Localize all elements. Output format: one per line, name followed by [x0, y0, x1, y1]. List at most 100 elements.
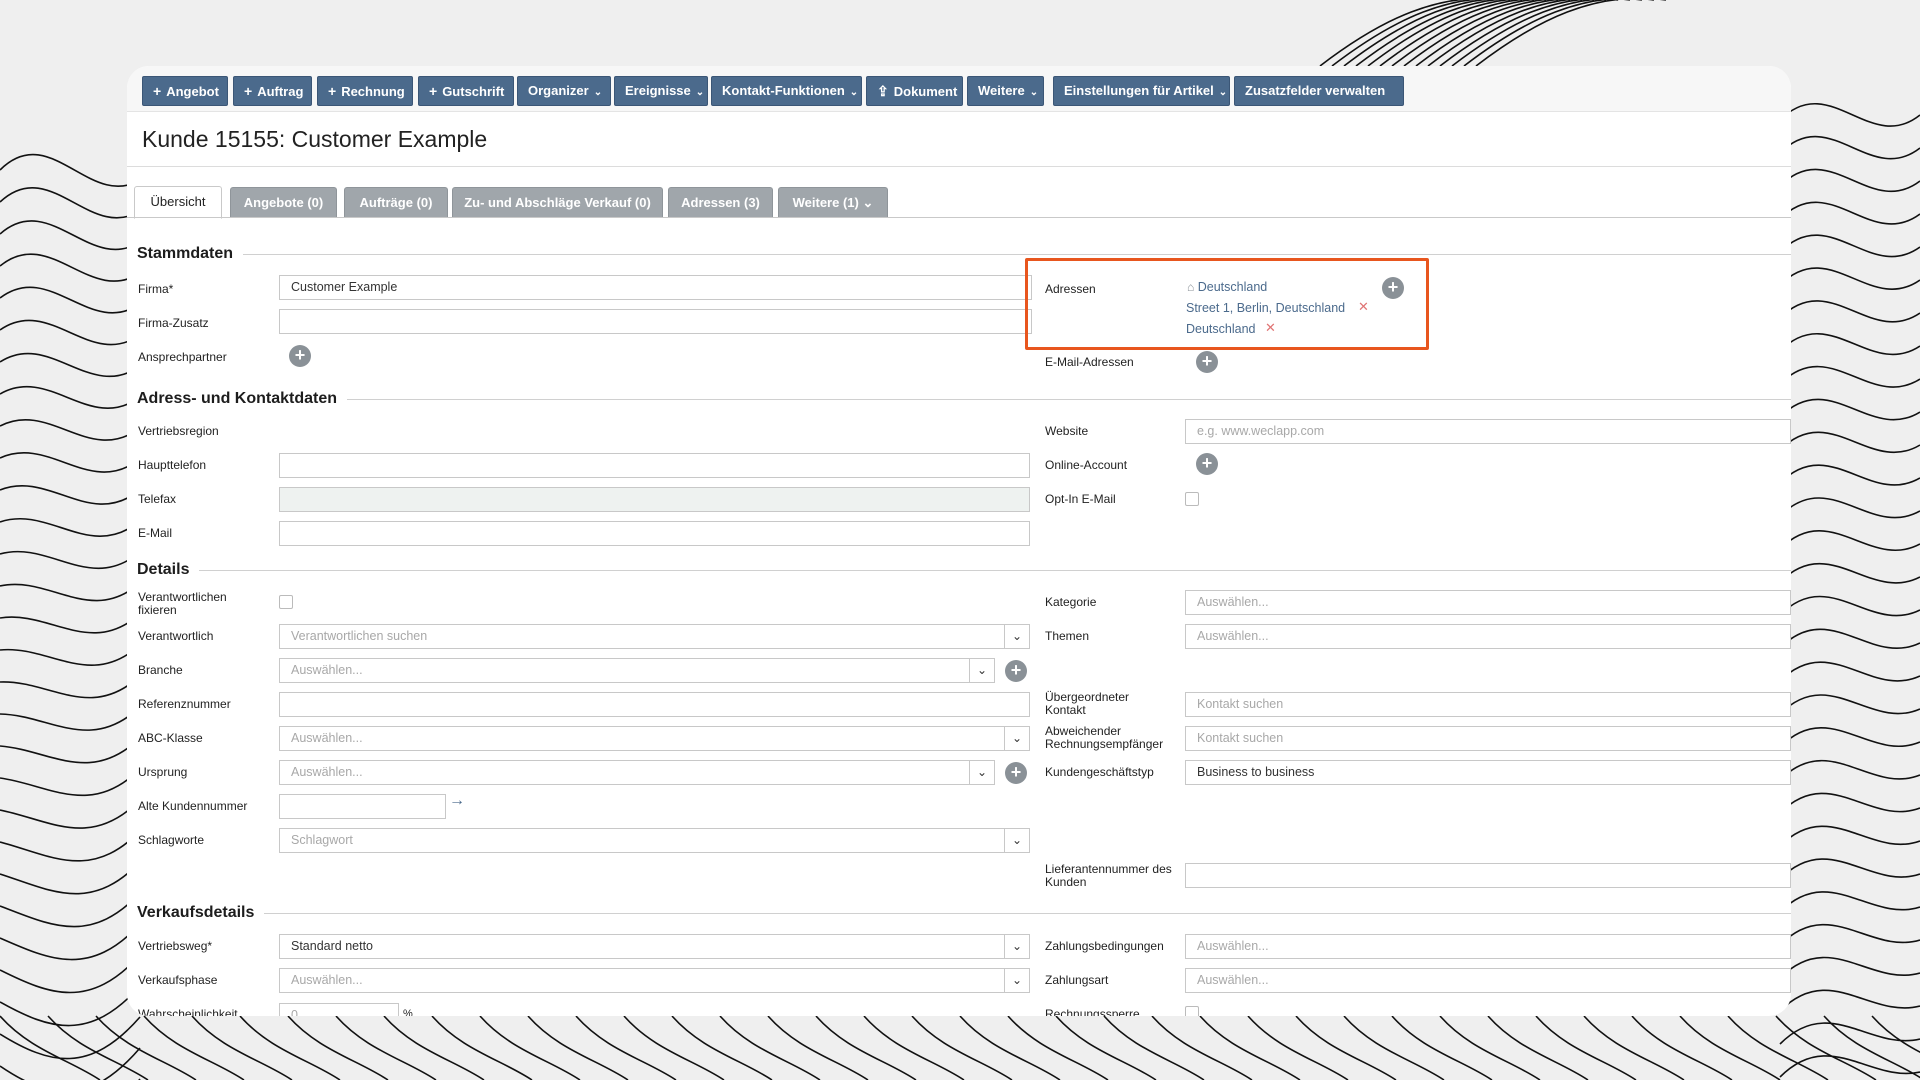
wave-line: [1451, 0, 1642, 67]
old-customer-number-label: Alte Kundennummer: [138, 799, 248, 813]
wave-line: [0, 187, 141, 219]
tab-addresses[interactable]: Adressen (3): [668, 187, 773, 218]
probability-input[interactable]: 0: [279, 1003, 399, 1016]
payment-terms-select[interactable]: Auswählen...: [1185, 934, 1791, 959]
wave-line: [0, 220, 141, 251]
website-input[interactable]: e.g. www.weclapp.com: [1185, 419, 1791, 444]
chevron-down-icon[interactable]: ⌄: [1005, 624, 1030, 649]
chevron-down-icon: ⌄: [593, 87, 603, 98]
arrow-right-icon[interactable]: →: [449, 792, 465, 810]
add-industry-button[interactable]: +: [1005, 660, 1027, 682]
wave-line: [527, 1015, 629, 1080]
sales-channel-select[interactable]: Standard netto: [279, 934, 1005, 959]
new-order-button[interactable]: + Auftrag: [233, 76, 312, 106]
organizer-menu-button[interactable]: Organizer ⌄: [517, 76, 611, 106]
wave-line: [815, 1015, 917, 1080]
chevron-down-icon[interactable]: ⌄: [1005, 968, 1030, 993]
wave-line: [0, 385, 141, 409]
sales-phase-select[interactable]: Auswählen...: [279, 968, 1005, 993]
wave-line: [1779, 727, 1920, 748]
tab-surcharges[interactable]: Zu- und Abschläge Verkauf (0): [452, 187, 663, 218]
wave-line: [767, 1015, 869, 1080]
wave-line: [1779, 891, 1920, 913]
document-upload-button[interactable]: ⇪ Dokument: [866, 76, 963, 106]
wave-line: [1535, 1015, 1637, 1080]
add-contact-person-button[interactable]: +: [289, 345, 311, 367]
new-invoice-button[interactable]: + Rechnung: [317, 76, 413, 106]
wave-line: [1779, 694, 1920, 715]
wave-line: [0, 768, 141, 797]
tags-input[interactable]: Schlagwort: [279, 828, 1005, 853]
alternative-invoice-recipient-label: Abweichender Rechnungsempfänger: [1045, 724, 1164, 751]
company-suffix-input[interactable]: [279, 309, 1032, 334]
origin-select[interactable]: Auswählen...: [279, 760, 970, 785]
chevron-down-icon[interactable]: ⌄: [1005, 934, 1030, 959]
wave-line: [1463, 0, 1654, 67]
reference-number-input[interactable]: [279, 692, 1030, 717]
topics-label: Themen: [1045, 629, 1090, 643]
responsible-search-input[interactable]: Verantwortlichen suchen: [279, 624, 1005, 649]
main-phone-label: Haupttelefon: [138, 458, 207, 472]
parent-contact-input[interactable]: Kontakt suchen: [1185, 692, 1791, 717]
wave-line: [1583, 1015, 1685, 1080]
wave-line: [1779, 431, 1920, 454]
new-offer-button[interactable]: + Angebot: [142, 76, 228, 106]
wave-line: [0, 799, 141, 829]
wave-line: [0, 319, 141, 346]
sales-phase-label: Verkaufsphase: [138, 973, 218, 987]
button-label: Dokument: [893, 84, 958, 99]
wave-line: [0, 737, 141, 764]
supplier-number-label: Lieferantennummer des Kunden: [1045, 862, 1172, 889]
chevron-down-icon[interactable]: ⌄: [970, 658, 995, 683]
tab-orders[interactable]: Aufträge (0): [344, 187, 448, 218]
add-origin-button[interactable]: +: [1005, 762, 1027, 784]
chevron-down-icon[interactable]: ⌄: [970, 760, 995, 785]
article-settings-menu-button[interactable]: Einstellungen für Artikel ⌄: [1053, 76, 1230, 106]
tab-more[interactable]: Weitere (1) ⌄: [778, 187, 888, 218]
payment-method-select[interactable]: Auswählen...: [1185, 968, 1791, 993]
manage-custom-fields-button[interactable]: Zusatzfelder verwalten: [1234, 76, 1404, 106]
industry-select[interactable]: Auswählen...: [279, 658, 970, 683]
wave-line: [95, 1015, 197, 1080]
wave-line: [0, 582, 141, 602]
tab-overview[interactable]: Übersicht: [134, 186, 222, 219]
alternative-invoice-recipient-input[interactable]: Kontakt suchen: [1185, 726, 1791, 751]
wave-line: [1779, 661, 1920, 682]
add-email-address-button[interactable]: +: [1196, 351, 1218, 373]
optin-email-checkbox[interactable]: [1185, 492, 1199, 506]
contact-functions-menu-button[interactable]: Kontakt-Funktionen ⌄: [711, 76, 862, 106]
more-menu-button[interactable]: Weitere ⌄: [967, 76, 1044, 106]
button-label: Ereignisse: [625, 83, 691, 98]
abc-class-select[interactable]: Auswählen...: [279, 726, 1005, 751]
customer-business-type-select[interactable]: Business to business: [1185, 760, 1791, 785]
section-rule: [137, 570, 1791, 571]
chevron-down-icon[interactable]: ⌄: [1005, 726, 1030, 751]
wave-line: [719, 1015, 821, 1080]
category-select[interactable]: Auswählen...: [1185, 590, 1791, 615]
responsible-label: Verantwortlich: [138, 629, 214, 643]
topics-select[interactable]: Auswählen...: [1185, 624, 1791, 649]
wave-line: [0, 485, 141, 505]
add-online-account-button[interactable]: +: [1196, 453, 1218, 475]
new-credit-note-button[interactable]: + Gutschrift: [418, 76, 514, 106]
wave-line: [1779, 102, 1920, 127]
invoice-block-checkbox[interactable]: [1185, 1006, 1199, 1016]
wave-line: [1779, 464, 1920, 486]
payment-method-label: Zahlungsart: [1045, 973, 1109, 987]
events-menu-button[interactable]: Ereignisse ⌄: [614, 76, 708, 106]
wave-line: [0, 675, 141, 699]
wave-line: [1779, 628, 1920, 649]
supplier-number-input[interactable]: [1185, 863, 1791, 888]
company-input[interactable]: Customer Example: [279, 275, 1032, 300]
fix-responsible-checkbox[interactable]: [279, 595, 293, 609]
email-input[interactable]: [279, 521, 1030, 546]
chevron-down-icon: ⌄: [695, 87, 705, 98]
wave-line: [1151, 1015, 1253, 1080]
wave-line: [1199, 1015, 1301, 1080]
wave-line: [1631, 1015, 1733, 1080]
tab-offers[interactable]: Angebote (0): [230, 187, 337, 218]
main-phone-input[interactable]: [279, 453, 1030, 478]
fax-input[interactable]: [279, 487, 1030, 512]
old-customer-number-input[interactable]: [279, 794, 446, 819]
chevron-down-icon[interactable]: ⌄: [1005, 828, 1030, 853]
